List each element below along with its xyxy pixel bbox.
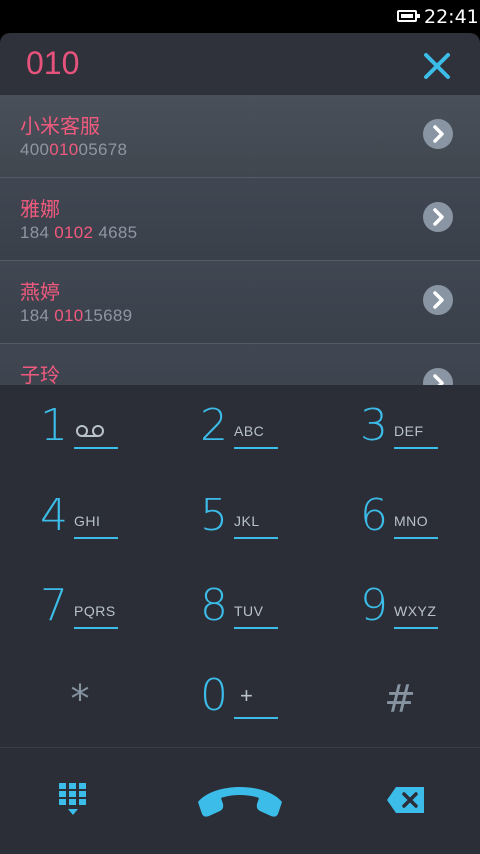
dial-key-0[interactable]: 0 +	[160, 655, 320, 745]
contact-result-row[interactable]: 子玲	[0, 344, 480, 385]
dial-key-6[interactable]: 6 MNO	[320, 475, 480, 565]
close-icon[interactable]	[422, 51, 452, 81]
dial-key-1[interactable]: 1	[0, 385, 160, 475]
contact-result-row[interactable]: 小米客服 40001005678	[0, 95, 480, 178]
dial-key-8[interactable]: 8 TUV	[160, 565, 320, 655]
dial-key-3[interactable]: 3 DEF	[320, 385, 480, 475]
chevron-right-icon[interactable]	[423, 368, 453, 385]
call-icon[interactable]	[194, 778, 286, 824]
chevron-right-icon[interactable]	[423, 202, 453, 232]
action-bar	[0, 747, 480, 854]
dial-key-7[interactable]: 7 PQRS	[0, 565, 160, 655]
dial-key-4[interactable]: 4 GHI	[0, 475, 160, 565]
dial-key-star[interactable]: *	[0, 655, 160, 745]
backspace-icon[interactable]	[386, 786, 426, 818]
dial-key-hash[interactable]: #	[320, 655, 480, 745]
contact-result-row[interactable]: 燕婷 184 01015689	[0, 261, 480, 344]
contact-name: 雅娜	[20, 197, 60, 221]
search-header: 010	[0, 33, 480, 95]
voicemail-icon	[75, 423, 105, 442]
dialpad: 1 2 ABC 3 DEF 4 GHI 5 JKL 6 MNO 7 PQRS 8…	[0, 385, 480, 747]
dialed-number-input[interactable]: 010	[26, 45, 79, 82]
status-bar: 22:41	[0, 0, 480, 33]
contact-name: 子玲	[20, 363, 60, 385]
chevron-right-icon[interactable]	[423, 285, 453, 315]
contact-results-list: 小米客服 40001005678 雅娜 184 0102 4685 燕婷 184…	[0, 95, 480, 385]
contact-name: 燕婷	[20, 280, 60, 304]
status-time: 22:41	[424, 6, 479, 28]
dial-key-5[interactable]: 5 JKL	[160, 475, 320, 565]
dial-key-9[interactable]: 9 WXYZ	[320, 565, 480, 655]
contact-number: 184 0102 4685	[20, 223, 138, 242]
contact-result-row[interactable]: 雅娜 184 0102 4685	[0, 178, 480, 261]
contact-number: 184 01015689	[20, 306, 133, 325]
dialpad-toggle-icon[interactable]	[58, 782, 88, 820]
dial-key-2[interactable]: 2 ABC	[160, 385, 320, 475]
contact-number: 40001005678	[20, 140, 128, 159]
chevron-right-icon[interactable]	[423, 119, 453, 149]
contact-name: 小米客服	[20, 114, 100, 138]
battery-icon	[397, 10, 420, 22]
